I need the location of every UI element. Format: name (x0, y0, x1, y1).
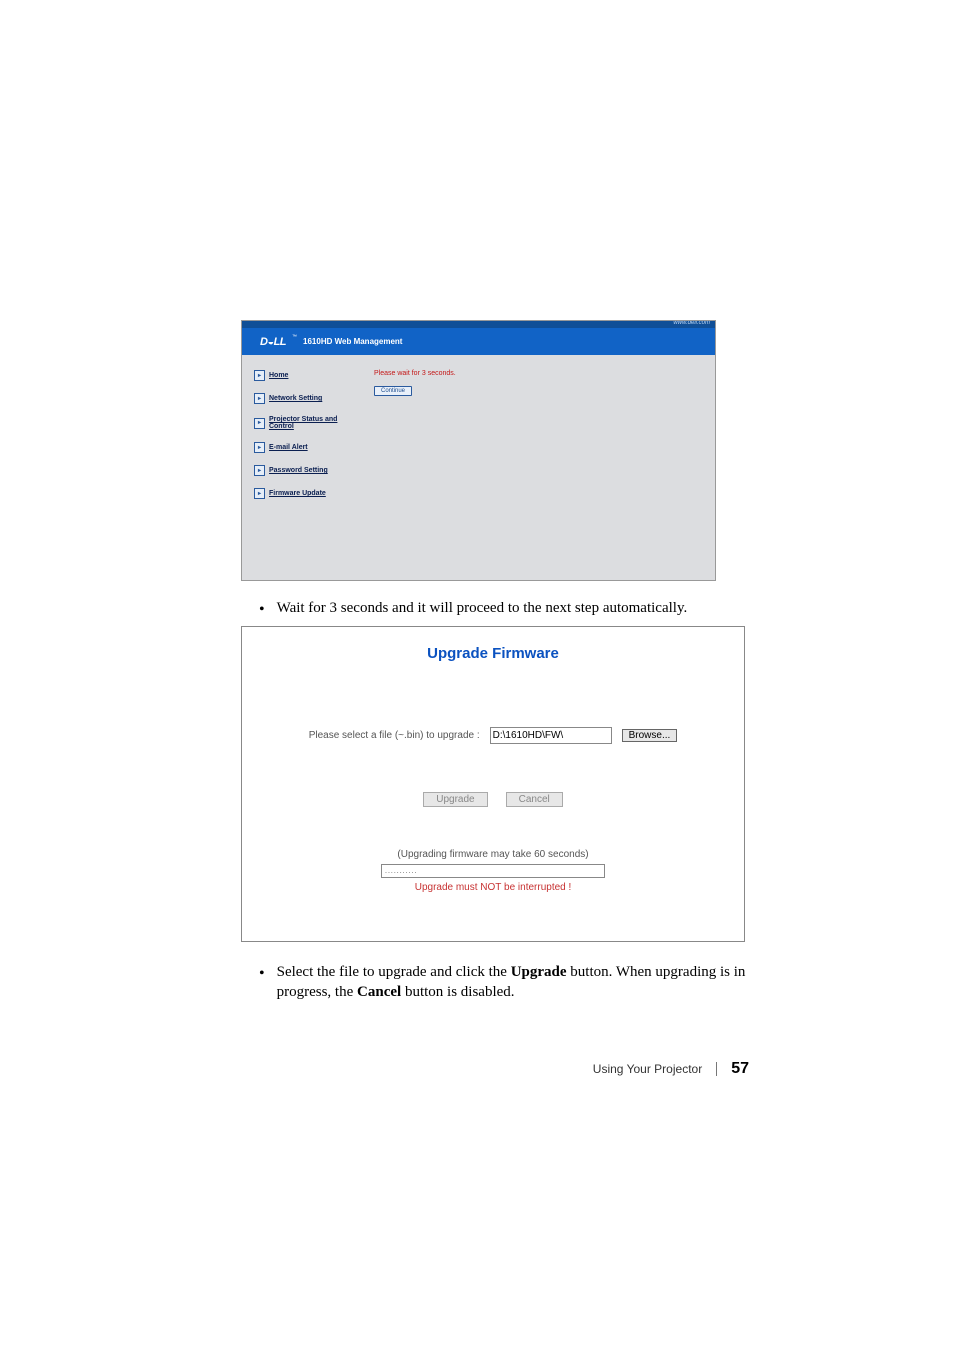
file-select-label: Please select a file (~.bin) to upgrade … (309, 730, 480, 741)
file-select-row: Please select a file (~.bin) to upgrade … (242, 727, 744, 744)
warning-note: Upgrade must NOT be interrupted ! (242, 882, 744, 893)
document-page: www.dell.com D◒LL ™ 1610HD Web Management… (0, 0, 954, 1351)
arrow-icon: ▸ (254, 442, 265, 453)
arrow-icon: ▸ (254, 393, 265, 404)
sidebar-item-label: Network Setting (269, 395, 322, 402)
top-strip: www.dell.com (242, 321, 715, 328)
url-text: www.dell.com (673, 320, 710, 326)
bullet-text: • Wait for 3 seconds and it will proceed… (241, 598, 716, 618)
dell-logo: D◒LL (260, 336, 286, 348)
separator (716, 1062, 717, 1076)
main-content: Please wait for 3 seconds. Continue (364, 355, 715, 580)
sidebar-item-network[interactable]: ▸ Network Setting (254, 393, 364, 404)
banner: D◒LL ™ 1610HD Web Management (242, 328, 715, 355)
sidebar-item-home[interactable]: ▸ Home (254, 370, 364, 381)
sidebar-item-password[interactable]: ▸ Password Setting (254, 465, 364, 476)
bullet-text: • Select the file to upgrade and click t… (241, 962, 746, 1003)
sidebar-item-status[interactable]: ▸ Projector Status and Control (254, 416, 364, 430)
bullet-content: Wait for 3 seconds and it will proceed t… (277, 598, 716, 618)
arrow-icon: ▸ (254, 418, 265, 429)
upgrade-firmware-title: Upgrade Firmware (242, 645, 744, 662)
page-number: 57 (731, 1060, 749, 1078)
upgrade-note: (Upgrading firmware may take 60 seconds) (242, 849, 744, 860)
upgrade-button[interactable]: Upgrade (423, 792, 487, 807)
browse-button[interactable]: Browse... (622, 729, 678, 742)
sidebar-item-email[interactable]: ▸ E-mail Alert (254, 442, 364, 453)
arrow-icon: ▸ (254, 370, 265, 381)
sidebar-item-firmware[interactable]: ▸ Firmware Update (254, 488, 364, 499)
sidebar-item-label: Firmware Update (269, 490, 326, 497)
bullet-content: Select the file to upgrade and click the… (277, 962, 746, 1003)
file-path-input[interactable] (490, 727, 612, 744)
bullet-dot: • (259, 966, 265, 982)
section-title: Using Your Projector (593, 1062, 702, 1076)
bullet-dot: • (259, 602, 265, 618)
arrow-icon: ▸ (254, 465, 265, 476)
wait-message: Please wait for 3 seconds. (374, 370, 705, 377)
sidebar-item-label: Home (269, 372, 288, 379)
web-management-screenshot: www.dell.com D◒LL ™ 1610HD Web Management… (241, 320, 716, 581)
continue-button[interactable]: Continue (374, 386, 412, 396)
sidebar-item-label: E-mail Alert (269, 444, 308, 451)
sidebar: ▸ Home ▸ Network Setting ▸ Projector Sta… (242, 355, 364, 580)
body-area: ▸ Home ▸ Network Setting ▸ Projector Sta… (242, 355, 715, 580)
progress-bar: ........... (381, 864, 605, 878)
arrow-icon: ▸ (254, 488, 265, 499)
sidebar-item-label: Projector Status and Control (269, 416, 364, 430)
cancel-button[interactable]: Cancel (506, 792, 563, 807)
sidebar-item-label: Password Setting (269, 467, 328, 474)
trademark: ™ (292, 334, 297, 340)
banner-title: 1610HD Web Management (303, 337, 402, 346)
page-footer: Using Your Projector 57 (593, 1060, 749, 1078)
action-button-row: Upgrade Cancel (242, 792, 744, 807)
upgrade-firmware-screenshot: Upgrade Firmware Please select a file (~… (241, 626, 745, 942)
